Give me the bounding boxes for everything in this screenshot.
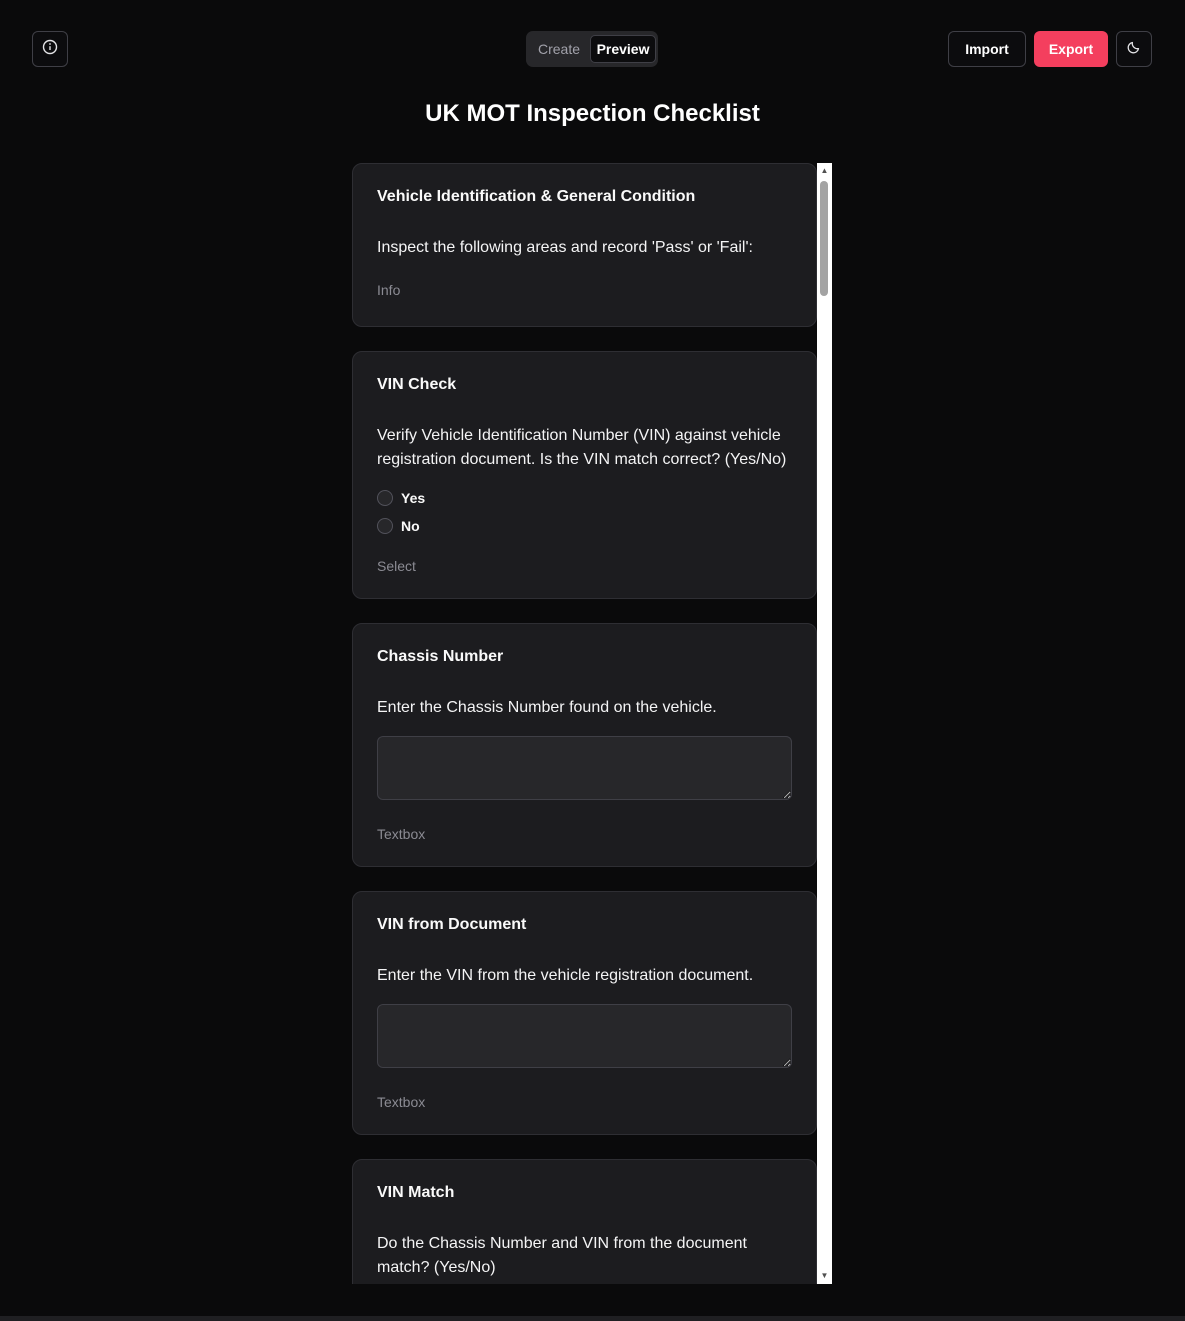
scrollbar[interactable]: ▲ ▼ [817,163,832,1284]
radio-button[interactable] [377,490,393,506]
checklist-card-info: Vehicle Identification & General Conditi… [352,163,817,327]
radio-label: Yes [401,490,426,506]
page-title: UK MOT Inspection Checklist [425,100,760,127]
card-title: VIN Check [377,376,457,393]
card-title: VIN from Document [377,916,527,933]
top-bar: Create Preview Import Export [0,0,1185,98]
radio-button[interactable] [377,518,393,534]
card-description: Enter the Chassis Number found on the ve… [377,699,717,716]
radio-option-yes[interactable]: Yes [377,484,792,512]
export-button[interactable]: Export [1034,31,1108,67]
card-title: Vehicle Identification & General Conditi… [377,188,696,205]
checklist-card-vin-check: VIN Check Verify Vehicle Identification … [352,351,817,599]
chassis-number-field[interactable] [377,736,792,800]
checklist-scroll-area[interactable]: Vehicle Identification & General Conditi… [352,163,832,1284]
scrollbar-thumb[interactable] [820,181,828,296]
radio-label: No [401,518,420,534]
scroll-down-arrow-icon[interactable]: ▼ [817,1269,832,1283]
mode-toggle: Create Preview [526,31,658,67]
radio-group: Yes No [377,484,792,540]
info-icon [42,39,58,60]
card-type-label: Info [377,282,401,298]
moon-icon [1126,39,1142,60]
card-description: Verify Vehicle Identification Number (VI… [377,427,787,468]
scroll-up-arrow-icon[interactable]: ▲ [817,164,832,178]
bottom-divider [0,1316,1185,1321]
card-type-label: Select [377,558,416,574]
checklist-card-vin-match: VIN Match Do the Chassis Number and VIN … [352,1159,817,1284]
card-description: Enter the VIN from the vehicle registrat… [377,967,754,984]
card-title: VIN Match [377,1184,455,1201]
card-title: Chassis Number [377,648,504,665]
checklist-card-chassis-number: Chassis Number Enter the Chassis Number … [352,623,817,867]
theme-toggle-button[interactable] [1116,31,1152,67]
checklist-cards: Vehicle Identification & General Conditi… [352,163,817,1284]
card-description: Do the Chassis Number and VIN from the d… [377,1235,747,1276]
tab-create[interactable]: Create [530,35,588,63]
import-button[interactable]: Import [948,31,1026,67]
vin-document-field[interactable] [377,1004,792,1068]
tab-preview[interactable]: Preview [590,35,657,63]
card-description: Inspect the following areas and record '… [377,239,753,256]
radio-option-no[interactable]: No [377,512,792,540]
info-button[interactable] [32,31,68,67]
card-type-label: Textbox [377,1094,426,1110]
checklist-card-vin-document: VIN from Document Enter the VIN from the… [352,891,817,1135]
card-type-label: Textbox [377,826,426,842]
